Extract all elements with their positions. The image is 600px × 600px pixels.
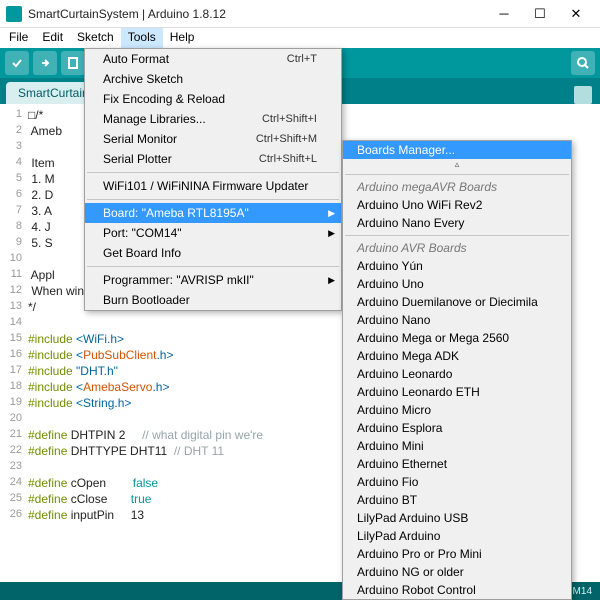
- upload-button[interactable]: [33, 51, 57, 75]
- boards-submenu: Boards Manager...▵Arduino megaAVR Boards…: [342, 140, 572, 600]
- board-item[interactable]: Arduino Nano: [343, 311, 571, 329]
- new-button[interactable]: [61, 51, 85, 75]
- tools-item[interactable]: Archive Sketch: [85, 69, 341, 89]
- boards-manager-item[interactable]: Boards Manager...: [343, 141, 571, 159]
- tab-menu-button[interactable]: [574, 86, 592, 104]
- tools-dropdown: Auto FormatCtrl+TArchive SketchFix Encod…: [84, 48, 342, 311]
- board-item[interactable]: Arduino Uno WiFi Rev2: [343, 196, 571, 214]
- window-title: SmartCurtainSystem | Arduino 1.8.12: [28, 7, 486, 21]
- tools-item[interactable]: Auto FormatCtrl+T: [85, 49, 341, 69]
- board-item[interactable]: Arduino Uno: [343, 275, 571, 293]
- board-item[interactable]: Arduino Micro: [343, 401, 571, 419]
- board-item[interactable]: Arduino Yún: [343, 257, 571, 275]
- close-button[interactable]: ✕: [558, 1, 594, 27]
- tools-item[interactable]: Fix Encoding & Reload: [85, 89, 341, 109]
- menu-edit[interactable]: Edit: [35, 28, 70, 48]
- tools-item[interactable]: Get Board Info: [85, 243, 341, 263]
- board-item[interactable]: Arduino Ethernet: [343, 455, 571, 473]
- menu-help[interactable]: Help: [163, 28, 202, 48]
- tools-item[interactable]: Board: "Ameba RTL8195A"▶: [85, 203, 341, 223]
- tools-item[interactable]: Burn Bootloader: [85, 290, 341, 310]
- titlebar: SmartCurtainSystem | Arduino 1.8.12 ─ ☐ …: [0, 0, 600, 28]
- tools-item[interactable]: Manage Libraries...Ctrl+Shift+I: [85, 109, 341, 129]
- board-item[interactable]: Arduino NG or older: [343, 563, 571, 581]
- board-item[interactable]: Arduino Pro or Pro Mini: [343, 545, 571, 563]
- board-item[interactable]: Arduino BT: [343, 491, 571, 509]
- board-item[interactable]: Arduino Fio: [343, 473, 571, 491]
- menu-tools[interactable]: Tools: [121, 28, 163, 48]
- verify-button[interactable]: [5, 51, 29, 75]
- tools-item[interactable]: WiFi101 / WiFiNINA Firmware Updater: [85, 176, 341, 196]
- tools-item[interactable]: Serial MonitorCtrl+Shift+M: [85, 129, 341, 149]
- minimize-button[interactable]: ─: [486, 1, 522, 27]
- board-item[interactable]: Arduino Esplora: [343, 419, 571, 437]
- board-item[interactable]: Arduino Nano Every: [343, 214, 571, 232]
- menubar: File Edit Sketch Tools Help: [0, 28, 600, 48]
- board-item[interactable]: Arduino Leonardo: [343, 365, 571, 383]
- tools-item[interactable]: Serial PlotterCtrl+Shift+L: [85, 149, 341, 169]
- board-item[interactable]: LilyPad Arduino USB: [343, 509, 571, 527]
- board-item[interactable]: LilyPad Arduino: [343, 527, 571, 545]
- menu-file[interactable]: File: [2, 28, 35, 48]
- board-item[interactable]: Arduino Mega ADK: [343, 347, 571, 365]
- app-icon: [6, 6, 22, 22]
- menu-sketch[interactable]: Sketch: [70, 28, 121, 48]
- board-item[interactable]: Arduino Leonardo ETH: [343, 383, 571, 401]
- board-item[interactable]: Arduino Mini: [343, 437, 571, 455]
- serial-monitor-button[interactable]: [571, 51, 595, 75]
- tools-item[interactable]: Programmer: "AVRISP mkII"▶: [85, 270, 341, 290]
- board-item[interactable]: Arduino Robot Control: [343, 581, 571, 599]
- board-item[interactable]: Arduino Mega or Mega 2560: [343, 329, 571, 347]
- maximize-button[interactable]: ☐: [522, 1, 558, 27]
- board-item[interactable]: Arduino Duemilanove or Diecimila: [343, 293, 571, 311]
- tools-item[interactable]: Port: "COM14"▶: [85, 223, 341, 243]
